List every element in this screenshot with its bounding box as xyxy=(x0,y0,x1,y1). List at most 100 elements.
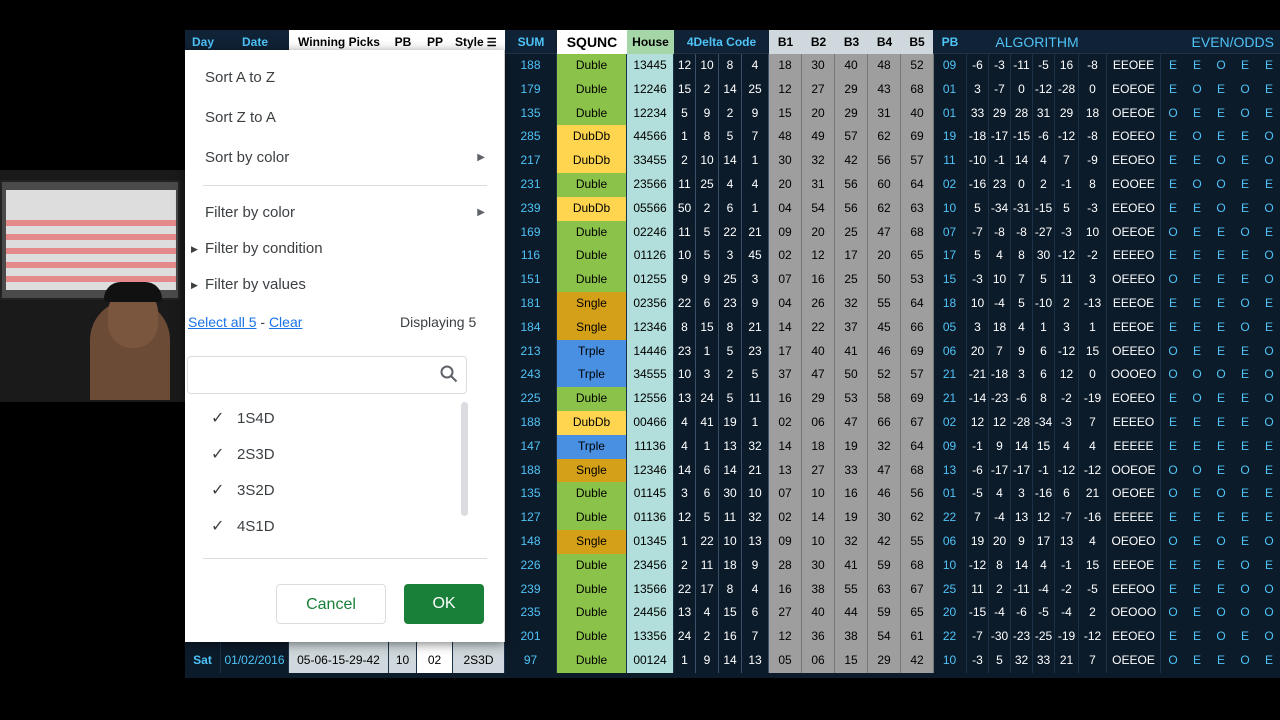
delta-cell[interactable]: 14 xyxy=(719,649,742,673)
algorithm-cell[interactable]: 4 xyxy=(989,482,1011,507)
algorithm-cell[interactable]: 12 xyxy=(1033,506,1055,530)
checkmark-icon[interactable]: ✓ xyxy=(211,408,237,428)
delta-cell[interactable]: 9 xyxy=(696,101,719,126)
delta-cell[interactable]: 30 xyxy=(719,482,742,507)
house-cell[interactable]: 13445 xyxy=(627,54,674,78)
even-odd-cell[interactable]: E xyxy=(1185,554,1209,578)
delta-cell[interactable]: 13 xyxy=(674,387,696,411)
header-even-odds[interactable]: EVEN/ODDS xyxy=(1107,30,1280,54)
algorithm-cell[interactable]: -3 xyxy=(1055,411,1079,435)
even-odd-cell[interactable]: E xyxy=(1209,244,1233,268)
even-odd-code-cell[interactable]: OEOEO xyxy=(1107,530,1161,554)
algorithm-cell[interactable]: -25 xyxy=(1033,625,1055,649)
sum-cell[interactable]: 226 xyxy=(505,553,557,578)
algorithm-cell[interactable]: -11 xyxy=(1011,577,1033,602)
even-odd-code-cell[interactable]: OOOEO xyxy=(1107,363,1161,388)
ball-cell[interactable]: 47 xyxy=(835,411,868,435)
even-odd-cell[interactable]: O xyxy=(1257,197,1280,221)
sum-cell[interactable]: 169 xyxy=(505,220,557,245)
ball-cell[interactable]: 48 xyxy=(868,54,901,78)
algorithm-cell[interactable]: -2 xyxy=(1055,577,1079,602)
even-odd-cell[interactable]: E xyxy=(1257,102,1280,126)
ball-cell[interactable]: 57 xyxy=(835,125,868,150)
delta-cell[interactable]: 17 xyxy=(696,577,719,602)
delta-cell[interactable]: 3 xyxy=(674,482,696,507)
ball-cell[interactable]: 14 xyxy=(769,315,802,340)
delta-cell[interactable]: 3 xyxy=(742,268,769,292)
pb-cell[interactable]: 02 xyxy=(933,173,967,197)
algorithm-cell[interactable]: 7 xyxy=(1079,649,1107,673)
ball-cell[interactable]: 61 xyxy=(901,625,934,649)
algorithm-cell[interactable]: 2 xyxy=(1055,292,1079,316)
pb-cell[interactable]: 10 xyxy=(389,649,417,673)
delta-cell[interactable]: 15 xyxy=(674,77,696,102)
algorithm-cell[interactable]: -8 xyxy=(1079,54,1107,78)
sum-cell[interactable]: 147 xyxy=(505,434,557,459)
ball-cell[interactable]: 17 xyxy=(769,339,802,364)
ball-cell[interactable]: 64 xyxy=(901,173,934,197)
delta-cell[interactable]: 4 xyxy=(742,577,769,602)
algorithm-cell[interactable]: -15 xyxy=(967,601,989,626)
even-odd-cell[interactable]: O xyxy=(1209,197,1233,221)
ball-cell[interactable]: 68 xyxy=(901,458,934,483)
even-odd-code-cell[interactable]: EEEEE xyxy=(1107,506,1161,530)
algorithm-cell[interactable]: -12 xyxy=(967,553,989,578)
house-cell[interactable]: 34555 xyxy=(627,363,674,388)
algorithm-cell[interactable]: 15 xyxy=(1033,434,1055,459)
even-odd-cell[interactable]: O xyxy=(1161,649,1185,673)
expand-triangle-icon[interactable]: ▶ xyxy=(191,244,198,255)
house-cell[interactable]: 23456 xyxy=(627,553,674,578)
pb-cell[interactable]: 07 xyxy=(933,220,967,245)
delta-cell[interactable]: 6 xyxy=(719,196,742,221)
squnc-cell[interactable]: DubDb xyxy=(557,196,627,221)
even-odd-cell[interactable]: E xyxy=(1185,149,1209,173)
even-odd-cell[interactable]: E xyxy=(1233,625,1257,649)
ball-cell[interactable]: 16 xyxy=(769,577,802,602)
ball-cell[interactable]: 09 xyxy=(769,530,802,554)
even-odd-cell[interactable]: O xyxy=(1257,268,1280,292)
sum-cell[interactable]: 127 xyxy=(505,506,557,530)
even-odd-cell[interactable]: O xyxy=(1185,125,1209,149)
delta-cell[interactable]: 2 xyxy=(696,77,719,102)
algorithm-cell[interactable]: 21 xyxy=(1079,482,1107,507)
pb-cell[interactable]: 25 xyxy=(933,577,967,602)
ball-cell[interactable]: 16 xyxy=(802,268,835,292)
squnc-cell[interactable]: Duble xyxy=(557,506,627,530)
algorithm-cell[interactable]: -7 xyxy=(989,77,1011,102)
delta-cell[interactable]: 10 xyxy=(719,530,742,554)
ball-cell[interactable]: 36 xyxy=(802,625,835,649)
even-odd-cell[interactable]: E xyxy=(1209,411,1233,435)
even-odd-cell[interactable]: E xyxy=(1209,387,1233,411)
squnc-cell[interactable]: Duble xyxy=(557,601,627,626)
even-odd-cell[interactable]: E xyxy=(1233,340,1257,364)
algorithm-cell[interactable]: -4 xyxy=(1055,601,1079,626)
algorithm-cell[interactable]: 12 xyxy=(989,411,1011,435)
sum-cell[interactable]: 225 xyxy=(505,387,557,411)
even-odd-code-cell[interactable]: OEEOE xyxy=(1107,101,1161,126)
delta-cell[interactable]: 11 xyxy=(742,387,769,411)
algorithm-cell[interactable]: 6 xyxy=(1033,339,1055,364)
algorithm-cell[interactable]: -17 xyxy=(989,458,1011,483)
algorithm-cell[interactable]: -16 xyxy=(967,173,989,197)
header-delta[interactable]: 4Delta Code xyxy=(674,30,769,54)
delta-cell[interactable]: 22 xyxy=(674,577,696,602)
even-odd-cell[interactable]: E xyxy=(1185,54,1209,78)
algorithm-cell[interactable]: 19 xyxy=(967,530,989,554)
algorithm-cell[interactable]: 6 xyxy=(1033,363,1055,388)
algorithm-cell[interactable]: 2 xyxy=(1079,601,1107,626)
algorithm-cell[interactable]: -8 xyxy=(1079,125,1107,150)
pb-cell[interactable]: 02 xyxy=(933,411,967,435)
algorithm-cell[interactable]: 3 xyxy=(967,315,989,340)
even-odd-cell[interactable]: O xyxy=(1161,268,1185,292)
header-b5[interactable]: B5 xyxy=(901,30,933,54)
house-cell[interactable]: 12346 xyxy=(627,458,674,483)
ball-cell[interactable]: 31 xyxy=(868,101,901,126)
algorithm-cell[interactable]: 10 xyxy=(967,292,989,316)
delta-cell[interactable]: 11 xyxy=(696,553,719,578)
even-odd-cell[interactable]: E xyxy=(1233,506,1257,530)
algorithm-cell[interactable]: 17 xyxy=(1033,530,1055,554)
delta-cell[interactable]: 14 xyxy=(719,77,742,102)
delta-cell[interactable]: 8 xyxy=(719,54,742,78)
header-pb2[interactable]: PB xyxy=(933,30,967,54)
ball-cell[interactable]: 25 xyxy=(835,220,868,245)
